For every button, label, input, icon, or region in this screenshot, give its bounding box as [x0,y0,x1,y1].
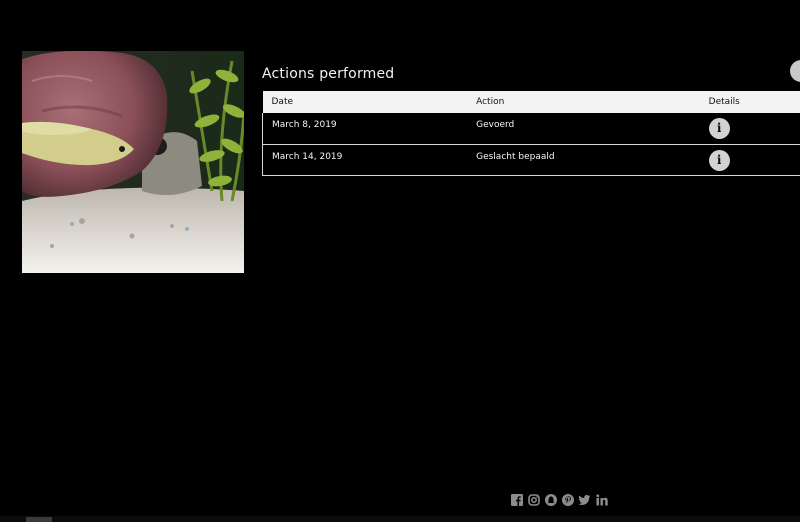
instagram-icon[interactable] [527,493,540,506]
section-title: Actions performed [262,66,395,82]
info-icon[interactable]: i [708,149,730,171]
linkedin-icon[interactable] [595,493,608,506]
cell-date: March 8, 2019 [272,120,337,130]
page: Actions performed Date Action Details Ma… [0,0,800,522]
fish-photo [22,51,244,273]
column-header-details: Details [708,97,740,107]
bottom-strip [0,516,800,522]
cell-details: i [700,144,800,175]
taskbar-chip [26,517,52,522]
table-header-row: Date Action Details [262,91,800,113]
actions-table: Date Action Details March 8, 2019 Gevoer… [262,91,800,176]
facebook-icon[interactable] [510,493,523,506]
table-row: March 8, 2019 Gevoerd i [262,113,800,144]
cell-action: Geslacht bepaald [476,151,555,162]
info-icon[interactable]: i [708,118,730,139]
cell-details: i [700,113,800,144]
cell-action: Gevoerd [476,120,515,130]
table-row: March 14, 2019 Geslacht bepaald i [262,144,800,175]
side-toggle-button[interactable] [790,60,800,82]
column-header-date: Date [271,97,294,107]
snapchat-icon[interactable] [544,493,557,506]
pinterest-icon[interactable] [561,493,574,506]
social-links [510,493,608,506]
twitter-icon[interactable] [578,493,591,506]
column-header-action: Action [476,97,505,107]
cell-date: March 14, 2019 [272,151,343,162]
